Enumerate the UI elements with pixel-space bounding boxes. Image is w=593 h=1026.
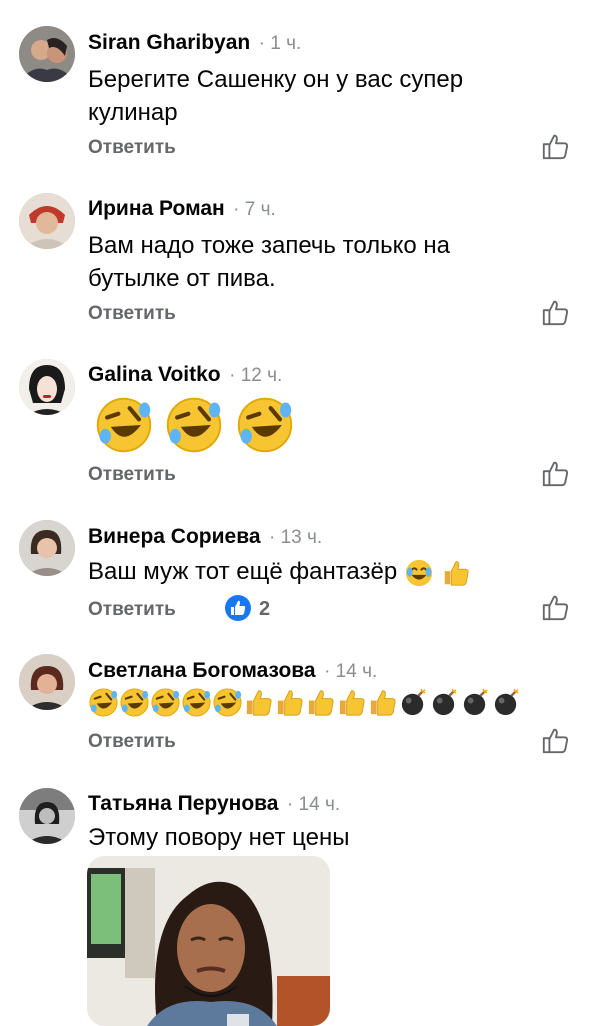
comment-text: Ваш муж тот ещё фантазёр	[88, 555, 558, 588]
reply-button[interactable]: Ответить	[88, 599, 176, 621]
author-name[interactable]: Galina Voitko	[88, 363, 221, 386]
rofl-emoji	[181, 687, 212, 718]
timestamp[interactable]: · 14 ч.	[287, 794, 340, 815]
gif-attachment[interactable]	[87, 856, 330, 1026]
timestamp[interactable]: · 12 ч.	[229, 365, 282, 386]
comment-emojis	[94, 395, 295, 455]
rofl-emoji	[88, 687, 119, 718]
avatar[interactable]	[19, 520, 75, 576]
like-icon[interactable]	[540, 594, 570, 622]
comment-text-line: Берегите Сашенку он у вас супер	[88, 66, 464, 93]
comment-text: Вам надо тоже запечь только на бутылке о…	[88, 229, 558, 295]
rofl-emoji	[94, 395, 154, 455]
author-name[interactable]: Винера Сориева	[88, 525, 261, 548]
comment-text-line: Вам надо тоже запечь только на	[88, 232, 451, 259]
timestamp[interactable]: · 1 ч.	[259, 33, 302, 54]
thumbs-up-emoji	[308, 690, 334, 716]
rofl-emoji	[119, 687, 150, 718]
like-reaction-icon[interactable]	[224, 594, 252, 622]
avatar[interactable]	[19, 193, 75, 249]
comment-text-line: бутылке от пива.	[88, 265, 276, 292]
avatar[interactable]	[19, 788, 75, 844]
gif-image	[87, 856, 330, 1026]
avatar[interactable]	[19, 359, 75, 415]
author-name[interactable]: Ирина Роман	[88, 197, 225, 220]
like-icon[interactable]	[540, 727, 570, 755]
reply-button[interactable]: Ответить	[88, 731, 176, 753]
author-name[interactable]: Татьяна Перунова	[88, 792, 278, 815]
timestamp[interactable]: · 14 ч.	[324, 661, 377, 682]
bomb-emoji	[462, 687, 489, 717]
like-icon[interactable]	[540, 460, 570, 488]
bomb-emoji	[400, 687, 427, 717]
like-icon[interactable]	[540, 133, 570, 161]
rofl-emoji	[235, 395, 295, 455]
comment-emojis	[88, 687, 522, 718]
comment-text-line: Этому повору нет цены	[88, 824, 350, 851]
thumbs-up-emoji	[246, 690, 272, 716]
bomb-emoji	[493, 687, 520, 717]
author-name[interactable]: Светлана Богомазова	[88, 659, 316, 682]
avatar[interactable]	[19, 26, 75, 82]
timestamp[interactable]: · 13 ч.	[269, 527, 322, 548]
reply-button[interactable]: Ответить	[88, 464, 176, 486]
comment-text: Берегите Сашенку он у вас супер кулинар	[88, 63, 558, 129]
reply-button[interactable]: Ответить	[88, 303, 176, 325]
thumbs-up-emoji	[339, 690, 365, 716]
rofl-emoji	[164, 395, 224, 455]
rofl-emoji	[212, 687, 243, 718]
thumbs-up-emoji	[443, 560, 469, 586]
comment-text: Этому повору нет цены	[88, 821, 558, 854]
comment-text-line: Ваш муж тот ещё фантазёр	[88, 558, 398, 585]
thumbs-up-emoji	[370, 690, 396, 716]
rofl-emoji	[150, 687, 181, 718]
like-icon[interactable]	[540, 299, 570, 327]
timestamp[interactable]: · 7 ч.	[233, 199, 276, 220]
author-name[interactable]: Siran Gharibyan	[88, 31, 250, 54]
thumbs-up-emoji	[277, 690, 303, 716]
bomb-emoji	[431, 687, 458, 717]
reply-button[interactable]: Ответить	[88, 137, 176, 159]
avatar[interactable]	[19, 654, 75, 710]
reaction-count[interactable]: 2	[259, 598, 270, 621]
laugh-emoji	[405, 559, 432, 586]
comment-text-line: кулинар	[88, 99, 178, 126]
